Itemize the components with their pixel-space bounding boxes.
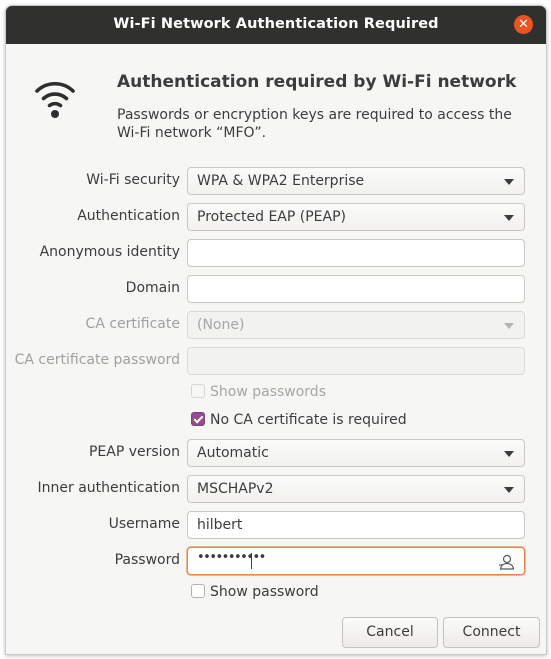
close-icon[interactable]: ✕ xyxy=(514,15,533,34)
peap-version-select[interactable]: Automatic xyxy=(187,439,525,467)
show-passwords-checkbox[interactable]: Show passwords xyxy=(191,384,326,400)
wifi-security-value: WPA & WPA2 Enterprise xyxy=(197,173,365,189)
ca-certificate-password-input[interactable] xyxy=(187,347,525,375)
ca-certificate-select[interactable]: (None) xyxy=(187,311,525,339)
title-bar[interactable]: Wi-Fi Network Authentication Required ✕ xyxy=(6,6,546,44)
dialog-message: Passwords or encryption keys are require… xyxy=(117,107,512,141)
username-input[interactable]: hilbert xyxy=(187,511,525,539)
inner-authentication-value: MSCHAPv2 xyxy=(197,481,274,497)
no-ca-required-label: No CA certificate is required xyxy=(210,412,407,428)
show-password-label: Show password xyxy=(210,584,319,600)
authentication-select[interactable]: Protected EAP (PEAP) xyxy=(187,203,525,231)
domain-input[interactable] xyxy=(187,275,525,303)
ca-certificate-password-label: CA certificate password xyxy=(14,352,180,368)
domain-label: Domain xyxy=(125,280,180,296)
window-title: Wi-Fi Network Authentication Required xyxy=(113,16,439,32)
inner-authentication-label: Inner authentication xyxy=(37,480,180,496)
anonymous-identity-input[interactable] xyxy=(187,239,525,267)
show-passwords-label: Show passwords xyxy=(210,384,326,400)
user-password-icon[interactable] xyxy=(498,553,516,571)
username-label: Username xyxy=(108,516,180,532)
inner-authentication-select[interactable]: MSCHAPv2 xyxy=(187,475,525,503)
anonymous-identity-label: Anonymous identity xyxy=(39,244,180,260)
password-label: Password xyxy=(114,552,180,568)
dialog-window: Wi-Fi Network Authentication Required ✕ … xyxy=(5,5,547,655)
text-cursor xyxy=(251,553,252,569)
chevron-down-icon xyxy=(504,215,514,221)
chevron-down-icon xyxy=(504,179,514,185)
authentication-label: Authentication xyxy=(77,208,180,224)
username-value: hilbert xyxy=(197,517,243,533)
checkbox-box[interactable] xyxy=(191,584,205,598)
wifi-icon xyxy=(35,81,75,118)
cancel-button[interactable]: Cancel xyxy=(342,617,438,648)
ca-certificate-label: CA certificate xyxy=(85,316,180,332)
authentication-value: Protected EAP (PEAP) xyxy=(197,209,346,225)
chevron-down-icon xyxy=(504,323,514,329)
ca-certificate-value: (None) xyxy=(197,317,245,333)
chevron-down-icon xyxy=(504,487,514,493)
password-masked-value: ••••••••••• xyxy=(197,550,266,565)
connect-button[interactable]: Connect xyxy=(443,617,540,648)
dialog-heading: Authentication required by Wi-Fi network xyxy=(117,72,517,92)
password-input[interactable]: ••••••••••• xyxy=(187,547,525,575)
wifi-security-label: Wi-Fi security xyxy=(86,172,180,188)
peap-version-label: PEAP version xyxy=(88,444,180,460)
chevron-down-icon xyxy=(504,451,514,457)
no-ca-required-checkbox[interactable]: No CA certificate is required xyxy=(191,412,407,428)
checkbox-box[interactable] xyxy=(191,384,205,398)
checkbox-box-checked[interactable] xyxy=(191,412,205,426)
peap-version-value: Automatic xyxy=(197,445,269,461)
show-password-checkbox[interactable]: Show password xyxy=(191,584,319,600)
wifi-security-select[interactable]: WPA & WPA2 Enterprise xyxy=(187,167,525,195)
